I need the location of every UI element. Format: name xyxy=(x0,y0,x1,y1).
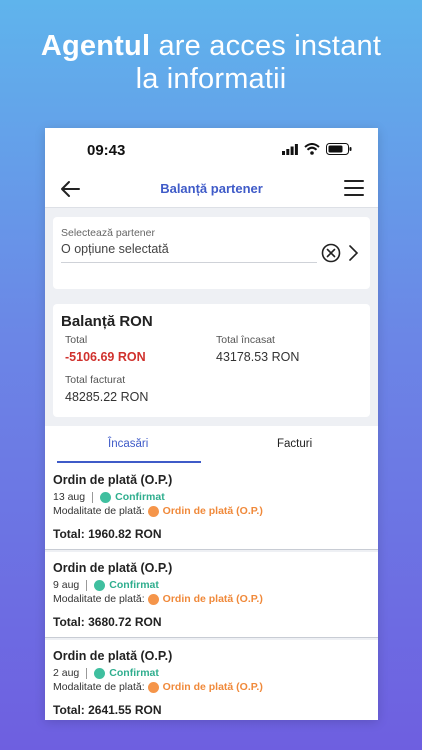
signal-icon xyxy=(282,143,298,155)
hamburger-menu-icon[interactable] xyxy=(344,179,364,197)
facturat-value: 48285.22 RON xyxy=(65,390,149,404)
payment-dot-icon xyxy=(147,505,159,517)
total-value: -5106.69 RON xyxy=(65,350,146,364)
item-title: Ordin de plată (O.P.) xyxy=(53,561,173,575)
partner-select-input[interactable]: O opțiune selectată xyxy=(61,242,169,256)
headline-line2: la informatii xyxy=(135,63,287,95)
headline-bold: Agentul xyxy=(40,30,151,62)
status-badge: Confirmat xyxy=(109,667,159,679)
item-total: Total: 2641.55 RON xyxy=(53,703,162,717)
payment-mode-value: Ordin de plată (O.P.) xyxy=(162,681,263,693)
status-dot-icon xyxy=(94,667,106,679)
partner-select-card: Selectează partener O opțiune selectată xyxy=(53,217,370,289)
active-tab-indicator xyxy=(57,461,201,463)
item-total: Total: 1960.82 RON xyxy=(53,527,162,541)
tab-bar: Încasări Facturi xyxy=(45,426,378,464)
status-dot-icon xyxy=(94,579,106,591)
status-bar: 09:43 xyxy=(45,128,378,172)
total-label: Total xyxy=(65,334,88,346)
facturat-label: Total facturat xyxy=(65,374,126,386)
page-title: Balanță partener xyxy=(160,181,263,196)
payment-mode-label: Modalitate de plată: xyxy=(53,681,145,693)
payment-mode-label: Modalitate de plată: xyxy=(53,505,145,517)
clear-circle-icon[interactable] xyxy=(321,243,341,263)
payment-mode-value: Ordin de plată (O.P.) xyxy=(162,593,263,605)
status-icons xyxy=(282,143,352,155)
tab-facturi[interactable]: Facturi xyxy=(277,438,312,450)
payment-dot-icon xyxy=(147,681,159,693)
item-date: 2 aug xyxy=(53,667,80,679)
item-date: 9 aug xyxy=(53,579,80,591)
promo-headline: Agentul are acces instant la informatii xyxy=(0,30,422,96)
list-item[interactable]: Ordin de plată (O.P.) 9 aug Confirmat Mo… xyxy=(45,552,378,638)
battery-icon xyxy=(326,143,352,155)
balance-card: Balanță RON Total -5106.69 RON Total înc… xyxy=(53,304,370,417)
divider xyxy=(86,667,88,679)
payment-mode-value: Ordin de plată (O.P.) xyxy=(162,505,263,517)
divider xyxy=(86,579,88,591)
input-underline xyxy=(61,262,317,263)
item-title: Ordin de plată (O.P.) xyxy=(53,649,173,663)
chevron-right-icon[interactable] xyxy=(347,244,359,262)
wifi-icon xyxy=(304,143,320,155)
payment-mode-label: Modalitate de plată: xyxy=(53,593,145,605)
item-total: Total: 3680.72 RON xyxy=(53,615,162,629)
balance-title: Balanță RON xyxy=(61,313,153,330)
incasat-label: Total încasat xyxy=(216,334,275,346)
nav-bar: Balanță partener xyxy=(45,172,378,208)
tab-incasari[interactable]: Încasări xyxy=(108,438,148,450)
status-time: 09:43 xyxy=(87,142,126,159)
list-item[interactable]: Ordin de plată (O.P.) 2 aug Confirmat Mo… xyxy=(45,640,378,720)
payment-dot-icon xyxy=(147,593,159,605)
status-dot-icon xyxy=(100,491,112,503)
status-badge: Confirmat xyxy=(115,491,165,503)
partner-select-label: Selectează partener xyxy=(61,227,155,239)
headline-rest: are acces instant xyxy=(150,30,382,62)
phone-screen: 09:43 Balanță partener Selectează parten… xyxy=(45,128,378,720)
status-badge: Confirmat xyxy=(109,579,159,591)
incasat-value: 43178.53 RON xyxy=(216,350,300,364)
divider xyxy=(92,491,94,503)
list-item[interactable]: Ordin de plată (O.P.) 13 aug Confirmat M… xyxy=(45,464,378,550)
item-date: 13 aug xyxy=(53,491,86,503)
item-title: Ordin de plată (O.P.) xyxy=(53,473,173,487)
